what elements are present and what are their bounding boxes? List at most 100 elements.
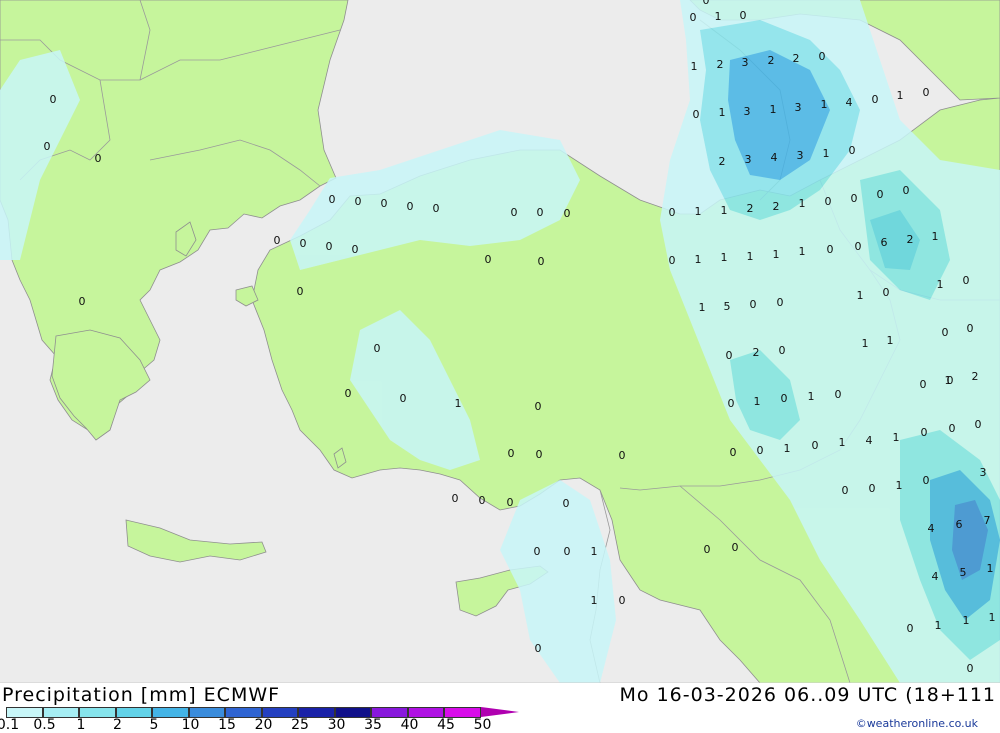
precip-value-label: 0 bbox=[329, 193, 336, 206]
scale-tick-label: 0.5 bbox=[33, 717, 56, 733]
precip-value-label: 1 bbox=[695, 253, 702, 266]
precip-value-label: 0 bbox=[669, 206, 676, 219]
precip-value-label: 1 bbox=[896, 479, 903, 492]
precip-value-label: 0 bbox=[564, 207, 571, 220]
precip-value-label: 0 bbox=[511, 206, 518, 219]
precip-value-label: 0 bbox=[947, 374, 954, 387]
precip-value-label: 0 bbox=[728, 397, 735, 410]
precip-value-label: 4 bbox=[866, 434, 873, 447]
precip-value-label: 0 bbox=[920, 378, 927, 391]
precip-value-label: 0 bbox=[855, 240, 862, 253]
precip-value-label: 1 bbox=[455, 397, 462, 410]
precip-value-label: 1 bbox=[932, 230, 939, 243]
scale-tick-label: 0.1 bbox=[0, 717, 20, 733]
precip-value-label: 0 bbox=[730, 446, 737, 459]
precip-value-label: 0 bbox=[534, 545, 541, 558]
precip-value-label: 0 bbox=[975, 418, 982, 431]
precip-value-label: 0 bbox=[921, 426, 928, 439]
precip-value-label: 1 bbox=[721, 251, 728, 264]
precip-value-label: 0 bbox=[949, 422, 956, 435]
precip-value-label: 4 bbox=[932, 570, 939, 583]
precip-value-label: 0 bbox=[757, 444, 764, 457]
precip-value-label: 1 bbox=[808, 390, 815, 403]
precip-value-label: 0 bbox=[835, 388, 842, 401]
precip-value-label: 0 bbox=[967, 322, 974, 335]
precip-value-label: 1 bbox=[963, 614, 970, 627]
precip-value-label: 1 bbox=[773, 248, 780, 261]
precip-value-label: 1 bbox=[799, 197, 806, 210]
precip-value-label: 4 bbox=[928, 522, 935, 535]
precip-value-label: 3 bbox=[745, 153, 752, 166]
precip-value-label: 0 bbox=[726, 349, 733, 362]
precip-value-label: 3 bbox=[742, 56, 749, 69]
precip-value-label: 0 bbox=[877, 188, 884, 201]
precip-value-label: 0 bbox=[967, 662, 974, 675]
precip-value-label: 1 bbox=[719, 106, 726, 119]
precip-value-label: 1 bbox=[591, 594, 598, 607]
precip-value-label: 0 bbox=[693, 108, 700, 121]
precip-value-label: 0 bbox=[923, 86, 930, 99]
precip-value-label: 1 bbox=[823, 147, 830, 160]
scale-tick-label: 5 bbox=[149, 717, 159, 733]
precip-value-label: 2 bbox=[793, 52, 800, 65]
credit-link[interactable]: ©weatheronline.co.uk bbox=[856, 717, 978, 730]
precip-value-label: 1 bbox=[839, 436, 846, 449]
precip-value-label: 0 bbox=[903, 184, 910, 197]
precip-value-label: 1 bbox=[715, 10, 722, 23]
precip-value-label: 2 bbox=[768, 54, 775, 67]
precip-value-label: 0 bbox=[300, 237, 307, 250]
precip-value-label: 3 bbox=[797, 149, 804, 162]
scale-tick-label: 10 bbox=[181, 717, 200, 733]
precip-value-label: 1 bbox=[754, 395, 761, 408]
scale-tick-label: 50 bbox=[473, 717, 492, 733]
precip-value-label: 1 bbox=[937, 278, 944, 291]
scale-tick-label: 20 bbox=[254, 717, 273, 733]
precip-value-label: 1 bbox=[893, 431, 900, 444]
forecast-datetime: Mo 16-03-2026 06..09 UTC (18+111 bbox=[619, 684, 996, 706]
precip-value-label: 2 bbox=[773, 200, 780, 213]
precip-value-label: 1 bbox=[821, 98, 828, 111]
scale-arrow bbox=[481, 707, 519, 717]
precip-value-label: 0 bbox=[819, 50, 826, 63]
precip-value-label: 0 bbox=[50, 93, 57, 106]
precip-value-label: 0 bbox=[842, 484, 849, 497]
precip-value-label: 1 bbox=[691, 60, 698, 73]
precip-value-label: 0 bbox=[963, 274, 970, 287]
precip-value-label: 0 bbox=[849, 144, 856, 157]
precip-value-label: 1 bbox=[987, 562, 994, 575]
precip-value-label: 0 bbox=[619, 594, 626, 607]
precip-value-label: 0 bbox=[923, 474, 930, 487]
scale-tick-label: 1 bbox=[76, 717, 86, 733]
precip-value-label: 0 bbox=[851, 192, 858, 205]
precip-value-label: 0 bbox=[485, 253, 492, 266]
scale-tick-label: 2 bbox=[113, 717, 122, 733]
precip-value-label: 2 bbox=[717, 58, 724, 71]
precip-value-label: 2 bbox=[747, 202, 754, 215]
precip-value-label: 0 bbox=[355, 195, 362, 208]
precip-value-label: 2 bbox=[907, 233, 914, 246]
scale-tick-label: 25 bbox=[291, 717, 309, 733]
precip-value-label: 1 bbox=[770, 103, 777, 116]
precip-value-label: 0 bbox=[536, 448, 543, 461]
precip-value-label: 1 bbox=[887, 334, 894, 347]
precip-value-label: 3 bbox=[980, 466, 987, 479]
precip-value-label: 0 bbox=[352, 243, 359, 256]
precip-value-label: 1 bbox=[784, 442, 791, 455]
precip-value-label: 1 bbox=[699, 301, 706, 314]
precip-value-label: 1 bbox=[747, 250, 754, 263]
precip-value-label: 0 bbox=[407, 200, 414, 213]
precip-value-label: 0 bbox=[812, 439, 819, 452]
precip-value-label: 0 bbox=[883, 286, 890, 299]
precip-value-label: 3 bbox=[744, 105, 751, 118]
precip-value-label: 0 bbox=[326, 240, 333, 253]
precip-value-label: 4 bbox=[846, 96, 853, 109]
precip-value-label: 0 bbox=[777, 296, 784, 309]
precip-value-label: 0 bbox=[345, 387, 352, 400]
precip-value-label: 0 bbox=[669, 254, 676, 267]
precip-value-label: 0 bbox=[537, 206, 544, 219]
scale-tick-label: 15 bbox=[218, 717, 236, 733]
precip-value-label: 1 bbox=[862, 337, 869, 350]
scale-tick-label: 45 bbox=[437, 717, 455, 733]
precip-value-label: 3 bbox=[795, 101, 802, 114]
precip-value-label: 1 bbox=[935, 619, 942, 632]
